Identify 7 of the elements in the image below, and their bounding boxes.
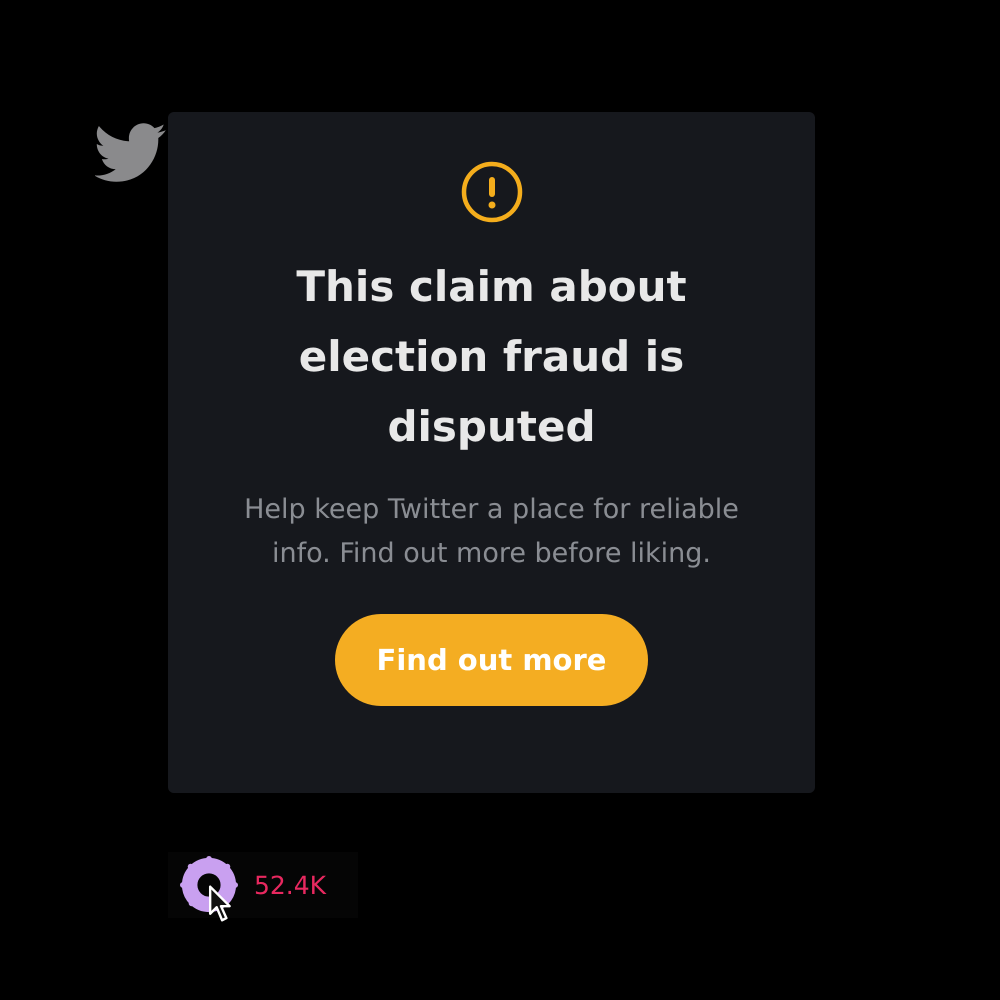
like-count: 52.4K: [254, 870, 326, 900]
notice-title: This claim about election fraud is disputed: [295, 261, 688, 453]
notice-message: Help keep Twitter a place for reliable info. Find out more before liking.: [243, 493, 740, 571]
bird-icon: [95, 122, 167, 184]
like-icon[interactable]: [180, 856, 238, 914]
find-out-more-button[interactable]: Find out more: [335, 614, 648, 706]
warning-icon: [460, 160, 524, 224]
